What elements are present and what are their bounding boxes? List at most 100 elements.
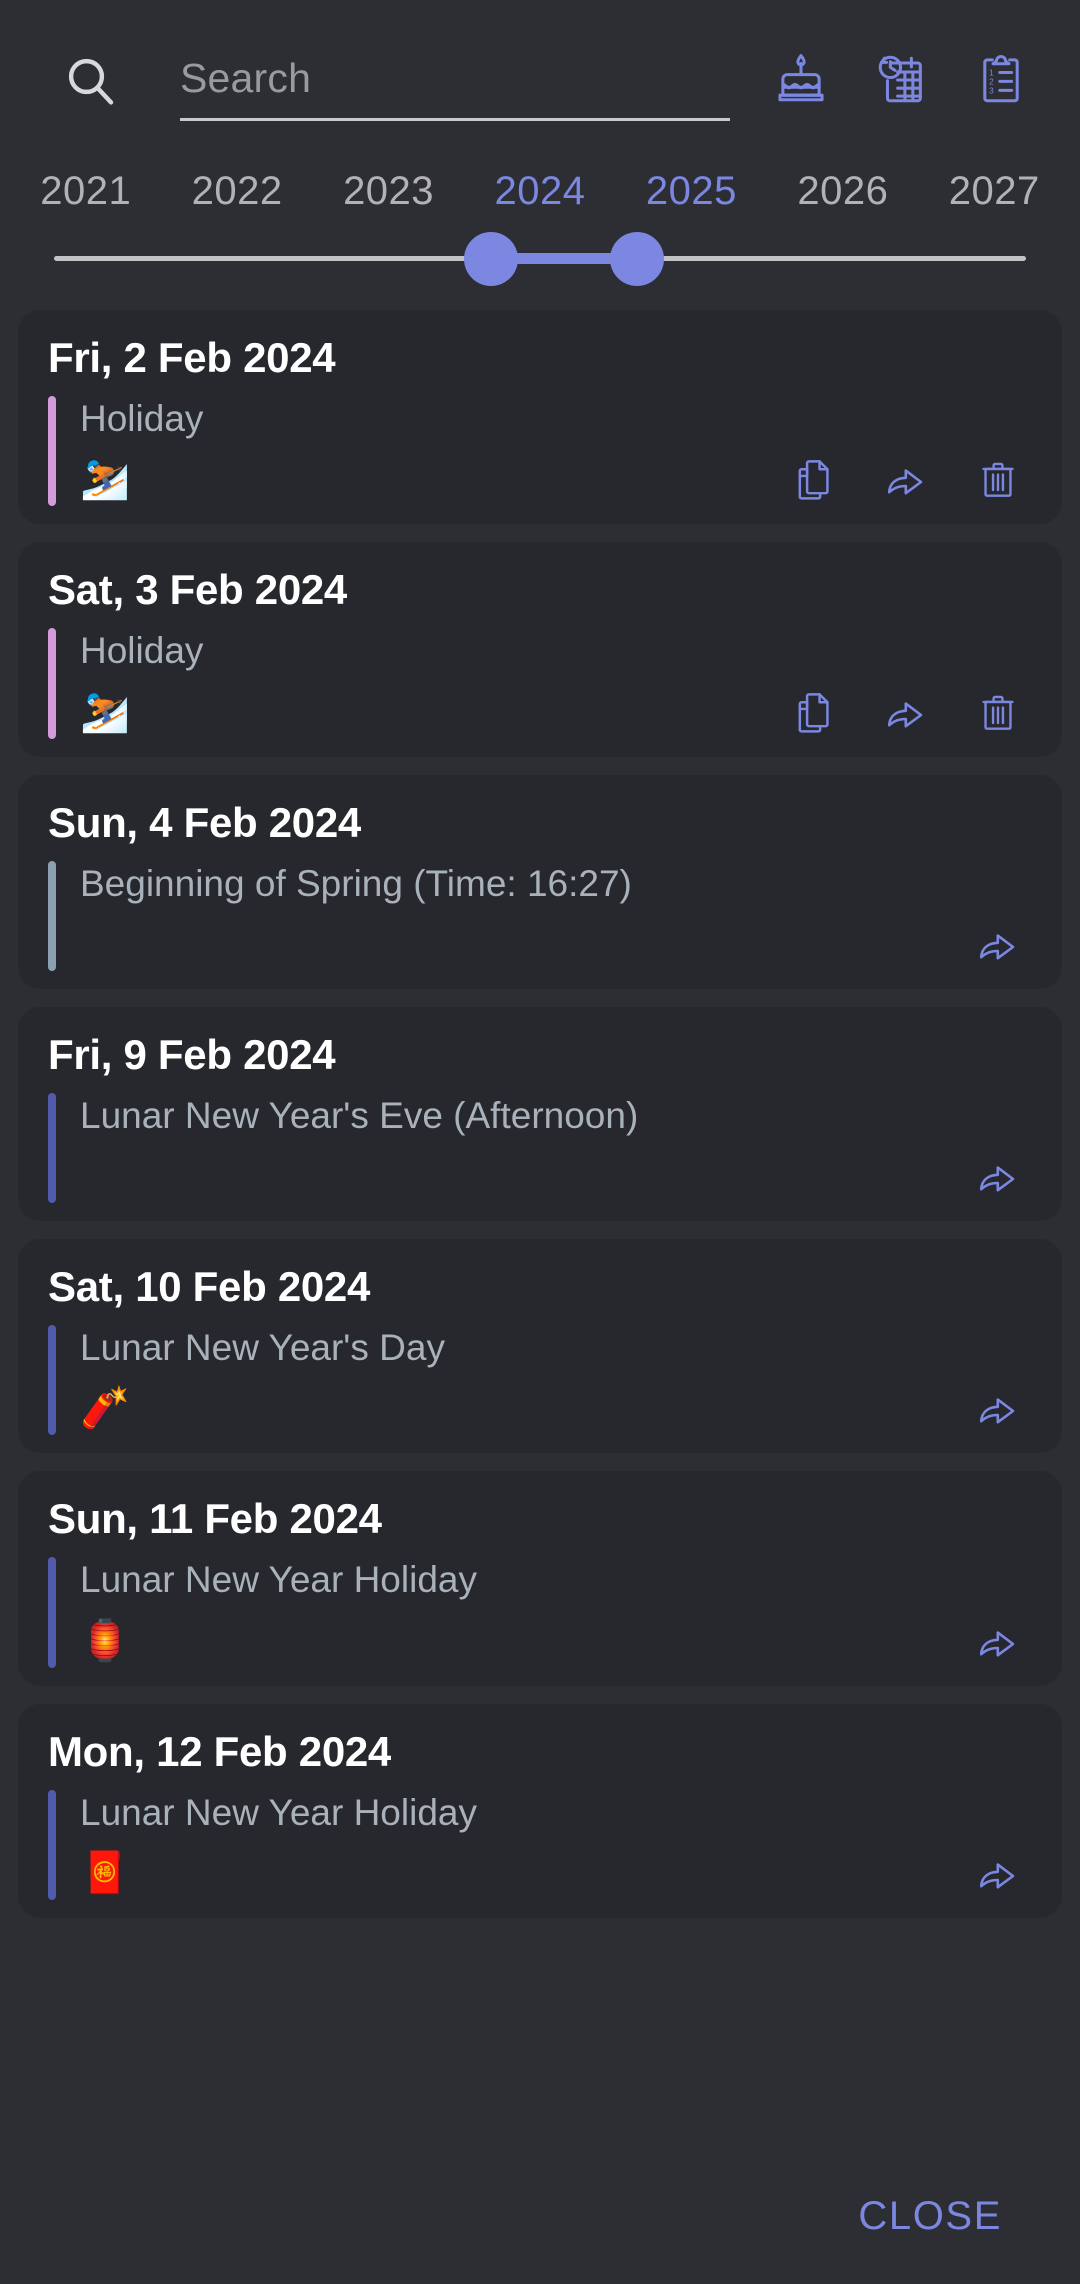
event-entry: Lunar New Year's Eve (Afternoon)	[80, 1093, 1032, 1203]
search-bar: 1 2 3	[0, 0, 1080, 160]
copy-icon[interactable]	[790, 453, 838, 505]
event-title: Lunar New Year's Day	[80, 1327, 445, 1368]
year-label-2025[interactable]: 2025	[616, 169, 767, 214]
birthday-cake-icon[interactable]	[770, 48, 832, 110]
calendar-clock-icon[interactable]	[870, 48, 932, 110]
event-body: Beginning of Spring (Time: 16:27)	[48, 860, 1032, 971]
share-icon[interactable]	[974, 1847, 1022, 1899]
event-actions	[974, 1382, 1032, 1434]
year-label-2024[interactable]: 2024	[464, 169, 615, 214]
search-field	[180, 42, 730, 142]
event-entry: Lunar New Year Holiday 🧧	[80, 1790, 1032, 1900]
event-title: Beginning of Spring (Time: 16:27)	[80, 862, 632, 904]
event-title: Lunar New Year Holiday	[80, 1791, 477, 1833]
event-body: Holiday ⛷️	[48, 396, 1032, 507]
year-label-2023[interactable]: 2023	[313, 169, 464, 214]
slider-thumb-start-year[interactable]	[464, 232, 519, 286]
year-label-2026[interactable]: 2026	[767, 169, 918, 214]
event-actions	[974, 1847, 1032, 1899]
close-button[interactable]: CLOSE	[840, 2182, 1020, 2251]
event-date: Sun, 11 Feb 2024	[48, 1495, 382, 1543]
event-actions	[974, 1615, 1032, 1667]
search-underline	[180, 118, 730, 121]
event-entry: Holiday ⛷️	[80, 396, 1032, 506]
event-body: Lunar New Year's Day 🧨	[48, 1325, 1032, 1436]
event-date: Mon, 12 Feb 2024	[48, 1727, 391, 1775]
share-icon[interactable]	[974, 1150, 1022, 1202]
year-range-slider[interactable]	[54, 222, 1026, 298]
share-icon[interactable]	[882, 453, 930, 505]
event-accent-bar	[48, 396, 56, 507]
event-entry: Lunar New Year Holiday 🏮	[80, 1557, 1032, 1667]
copy-icon[interactable]	[790, 686, 838, 738]
event-accent-bar	[48, 1789, 56, 1900]
event-body: Holiday ⛷️	[48, 628, 1032, 739]
header-actions: 1 2 3	[770, 48, 1032, 110]
event-card[interactable]: Fri, 2 Feb 2024 Holiday ⛷️	[18, 310, 1062, 525]
year-labels: 2021 2022 2023 2024 2025 2026 2027	[10, 160, 1070, 222]
search-input[interactable]	[180, 42, 730, 114]
event-entry-bottom: 🧧	[80, 1846, 1032, 1900]
event-entry-bottom: 🏮	[80, 1614, 1032, 1668]
year-label-2022[interactable]: 2022	[161, 169, 312, 214]
event-accent-bar	[48, 1092, 56, 1203]
event-entry-bottom: ⛷️	[80, 685, 1032, 739]
event-card[interactable]: Sat, 3 Feb 2024 Holiday ⛷️	[18, 542, 1062, 757]
event-actions	[974, 918, 1032, 970]
event-date: Sat, 3 Feb 2024	[48, 566, 347, 614]
delete-icon[interactable]	[974, 686, 1022, 738]
event-body: Lunar New Year's Eve (Afternoon)	[48, 1092, 1032, 1203]
event-list-dialog: 1 2 3 2021 2022 2023 2024 2025 2026 2027…	[0, 0, 1080, 2284]
event-date: Sat, 10 Feb 2024	[48, 1263, 371, 1310]
event-accent-bar	[48, 628, 56, 739]
event-accent-bar	[48, 860, 56, 971]
event-emoji: 🧨	[80, 1385, 130, 1432]
event-entry-bottom	[80, 917, 1032, 971]
event-emoji: ⛷️	[80, 688, 130, 735]
event-list[interactable]: Fri, 2 Feb 2024 Holiday ⛷️ Sat, 3 Feb 2024 H…	[0, 310, 1080, 2148]
event-card[interactable]: Fri, 9 Feb 2024 Lunar New Year's Eve (Aft…	[18, 1006, 1062, 1221]
year-range-selector: 2021 2022 2023 2024 2025 2026 2027	[0, 160, 1080, 310]
event-date: Fri, 9 Feb 2024	[48, 1030, 336, 1078]
event-title: Holiday	[80, 398, 204, 439]
share-icon[interactable]	[974, 918, 1022, 970]
event-card[interactable]: Sun, 4 Feb 2024 Beginning of Spring (Time…	[18, 774, 1062, 989]
event-actions	[790, 686, 1032, 738]
slider-thumb-end-year[interactable]	[610, 232, 665, 286]
share-icon[interactable]	[974, 1615, 1022, 1667]
event-date: Fri, 2 Feb 2024	[48, 334, 336, 381]
event-title: Lunar New Year's Eve (Afternoon)	[80, 1094, 639, 1136]
event-emoji: 🏮	[80, 1617, 130, 1664]
event-body: Lunar New Year Holiday 🏮	[48, 1557, 1032, 1668]
event-entry-bottom	[80, 1149, 1032, 1203]
event-accent-bar	[48, 1325, 56, 1436]
event-title: Lunar New Year Holiday	[80, 1559, 477, 1601]
event-emoji: ⛷️	[80, 456, 130, 503]
event-entry: Lunar New Year's Day 🧨	[80, 1325, 1032, 1435]
event-actions	[974, 1150, 1032, 1202]
dialog-footer: CLOSE	[0, 2148, 1080, 2284]
delete-icon[interactable]	[974, 453, 1022, 505]
event-actions	[790, 453, 1032, 505]
event-entry: Holiday ⛷️	[80, 628, 1032, 738]
event-entry-bottom: ⛷️	[80, 452, 1032, 506]
event-accent-bar	[48, 1557, 56, 1668]
event-card[interactable]: Sat, 10 Feb 2024 Lunar New Year's Day 🧨	[18, 1239, 1062, 1454]
event-emoji: 🧧	[80, 1849, 130, 1896]
svg-text:3: 3	[989, 86, 994, 95]
event-title: Holiday	[80, 630, 204, 672]
year-label-2027[interactable]: 2027	[919, 169, 1070, 214]
share-icon[interactable]	[974, 1382, 1022, 1434]
event-entry: Beginning of Spring (Time: 16:27)	[80, 861, 1032, 971]
search-icon[interactable]	[62, 52, 118, 108]
event-entry-bottom: 🧨	[80, 1381, 1032, 1435]
event-card[interactable]: Mon, 12 Feb 2024 Lunar New Year Holiday 🧧	[18, 1703, 1062, 1918]
clipboard-list-icon[interactable]: 1 2 3	[970, 48, 1032, 110]
year-label-2021[interactable]: 2021	[10, 169, 161, 214]
event-card[interactable]: Sun, 11 Feb 2024 Lunar New Year Holiday 🏮	[18, 1471, 1062, 1686]
share-icon[interactable]	[882, 686, 930, 738]
svg-text:2: 2	[989, 77, 994, 86]
event-date: Sun, 4 Feb 2024	[48, 798, 361, 846]
event-body: Lunar New Year Holiday 🧧	[48, 1789, 1032, 1900]
svg-text:1: 1	[989, 68, 994, 77]
